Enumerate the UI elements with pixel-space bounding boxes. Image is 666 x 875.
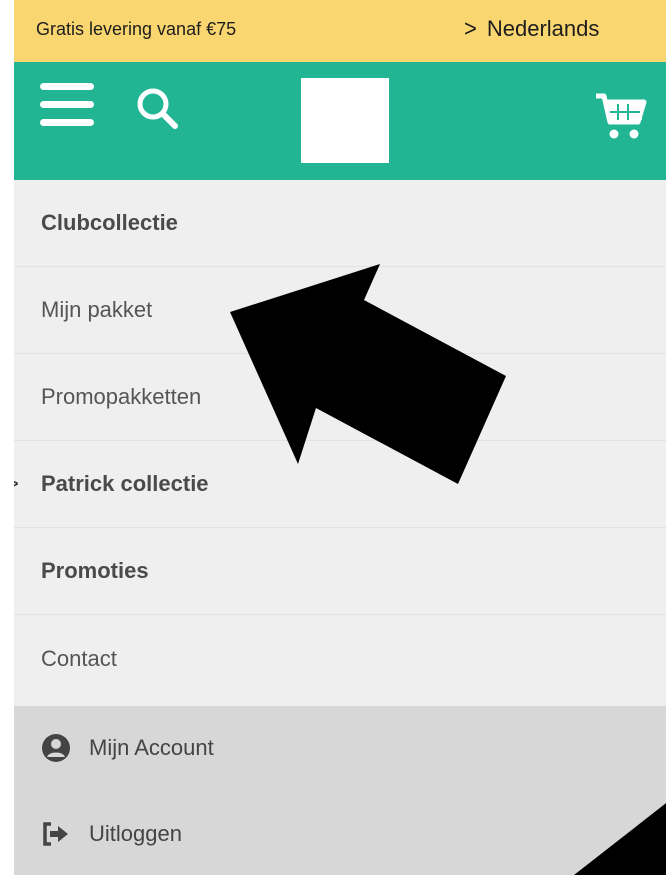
mobile-screen: Gratis levering vanaf €75 > Nederlands C…	[14, 0, 666, 875]
hamburger-menu-button[interactable]	[40, 83, 94, 127]
language-selector[interactable]: > Nederlands	[464, 14, 600, 43]
menu-item-patrick-collectie[interactable]: > Patrick collectie	[14, 441, 666, 528]
chevron-right-icon: >	[14, 471, 19, 497]
account-section: Mijn Account Uitloggen	[14, 706, 666, 875]
chevron-right-icon: >	[464, 14, 477, 43]
user-circle-icon	[42, 734, 70, 762]
logout-label: Uitloggen	[89, 821, 182, 846]
logout-link[interactable]: Uitloggen	[41, 814, 182, 854]
menu-item-label: Promopakketten	[41, 384, 202, 409]
site-logo[interactable]	[301, 78, 389, 163]
hamburger-line	[40, 119, 94, 126]
menu-item-promopakketten[interactable]: Promopakketten	[14, 354, 666, 441]
language-label: Nederlands	[486, 16, 600, 41]
hamburger-line	[40, 83, 94, 90]
search-icon[interactable]	[134, 85, 182, 133]
menu-item-label: Clubcollectie	[41, 210, 178, 235]
menu-item-clubcollectie[interactable]: Clubcollectie	[14, 180, 666, 267]
menu-item-contact[interactable]: Contact	[14, 615, 666, 702]
site-header	[14, 62, 666, 180]
menu-item-promoties[interactable]: Promoties	[14, 528, 666, 615]
hamburger-line	[40, 101, 94, 108]
free-delivery-text: Gratis levering vanaf €75	[36, 19, 237, 39]
navigation-menu: Clubcollectie Mijn pakket Promopakketten…	[14, 180, 666, 702]
menu-item-mijn-pakket[interactable]: Mijn pakket	[14, 267, 666, 354]
menu-item-label: Patrick collectie	[41, 471, 209, 496]
menu-item-label: Mijn pakket	[41, 297, 153, 322]
my-account-label: Mijn Account	[89, 735, 214, 760]
cart-icon[interactable]	[592, 92, 648, 142]
promo-bar: Gratis levering vanaf €75 > Nederlands	[14, 0, 666, 62]
logout-icon	[43, 822, 68, 846]
menu-item-label: Promoties	[41, 558, 149, 583]
my-account-link[interactable]: Mijn Account	[41, 728, 214, 768]
menu-item-label: Contact	[41, 645, 117, 671]
